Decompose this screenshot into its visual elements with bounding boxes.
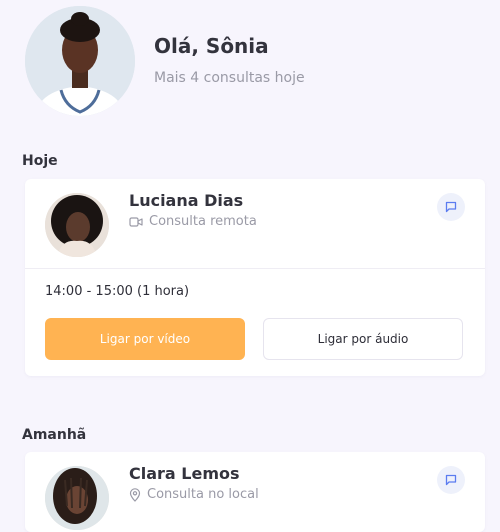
chat-button[interactable]	[437, 466, 465, 494]
header: Olá, Sônia Mais 4 consultas hoje	[25, 6, 495, 118]
greeting: Olá, Sônia	[154, 34, 269, 58]
patient-avatar	[45, 193, 109, 257]
appointment-card[interactable]: Clara Lemos Consulta no local	[25, 452, 485, 532]
appointment-time: 14:00 - 15:00 (1 hora)	[45, 284, 190, 299]
section-title-today: Hoje	[22, 153, 58, 169]
patient-name: Luciana Dias	[129, 191, 244, 210]
patient-avatar	[45, 466, 109, 530]
card-divider	[25, 268, 485, 269]
chat-icon	[445, 474, 457, 486]
appointment-card[interactable]: Luciana Dias Consulta remota 14:00 - 15:…	[25, 179, 485, 376]
chat-icon	[445, 201, 457, 213]
video-camera-icon	[129, 216, 143, 227]
video-call-button[interactable]: Ligar por vídeo	[45, 318, 245, 360]
appointment-type-label: Consulta remota	[149, 214, 257, 229]
doctor-avatar[interactable]	[25, 6, 135, 116]
patient-name: Clara Lemos	[129, 464, 240, 483]
chat-button[interactable]	[437, 193, 465, 221]
appointments-summary: Mais 4 consultas hoje	[154, 70, 305, 86]
audio-call-button[interactable]: Ligar por áudio	[263, 318, 463, 360]
section-title-tomorrow: Amanhã	[22, 427, 87, 443]
location-pin-icon	[129, 487, 141, 502]
appointment-type: Consulta remota	[129, 214, 257, 229]
